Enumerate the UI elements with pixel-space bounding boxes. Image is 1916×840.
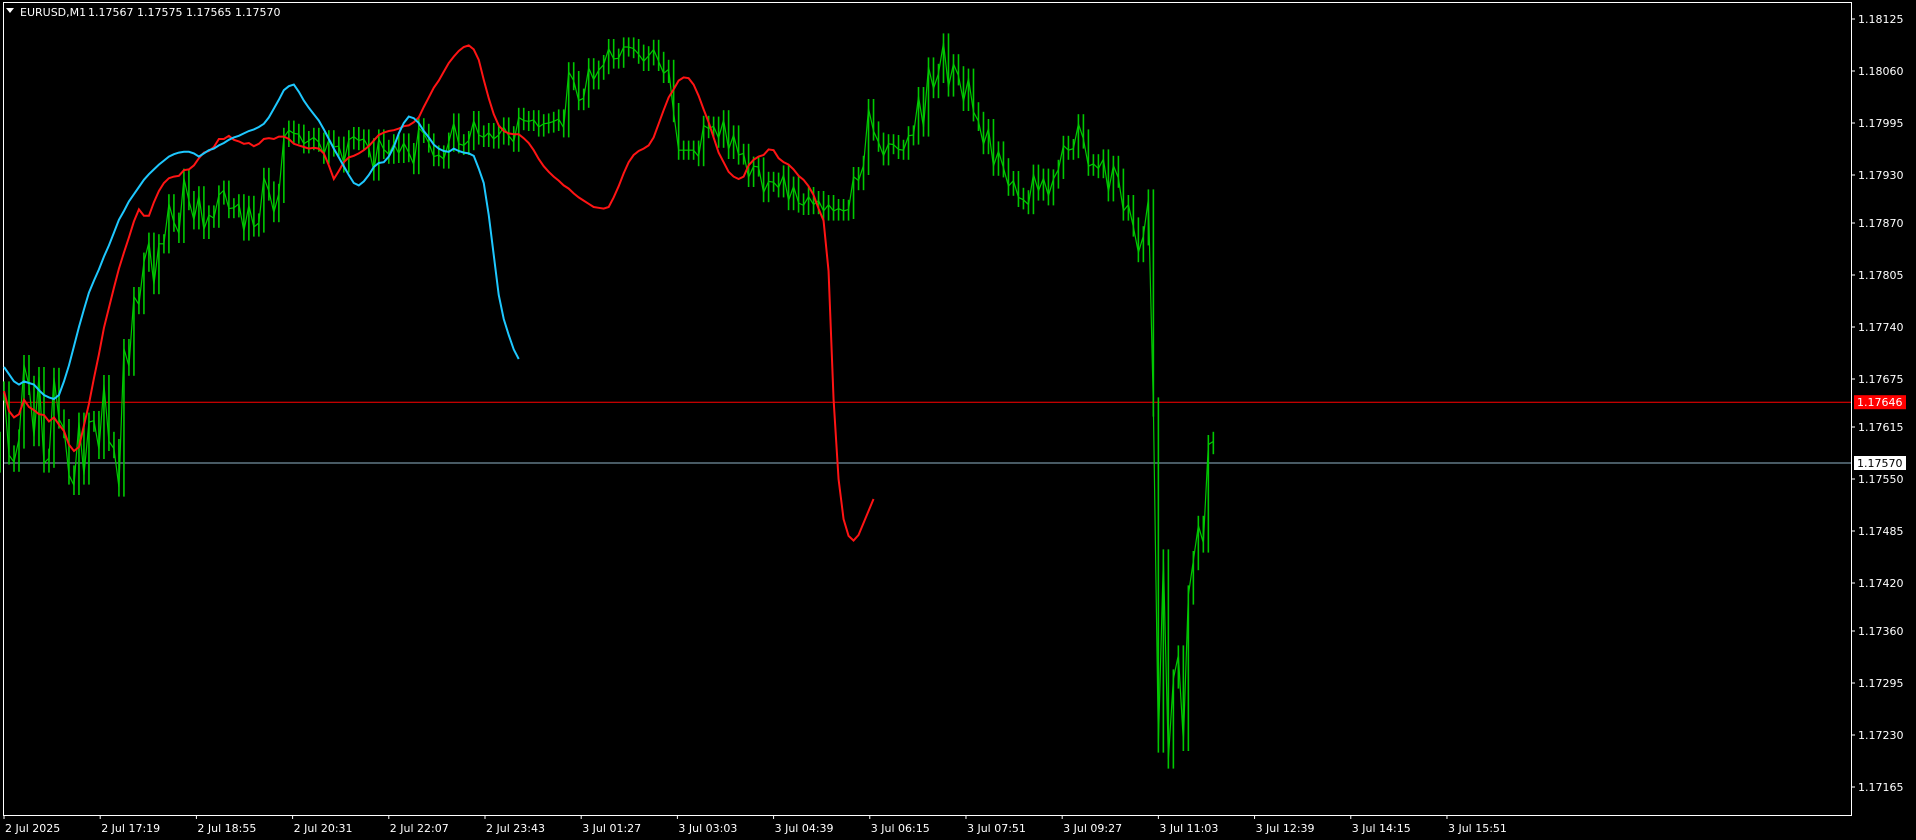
price-chart[interactable]: 1.18125 1.18060 1.17995 1.17930 1.17870 1.178… <box>0 0 1916 840</box>
price-tick-label: 1.17930 <box>1858 169 1904 182</box>
price-tick-label: 1.17295 <box>1858 677 1904 690</box>
price-tick-label: 1.18060 <box>1858 65 1904 78</box>
price-line <box>3 42 1214 760</box>
ma-slow-line <box>3 83 520 401</box>
last-price-label: 1.17570 <box>1857 457 1903 470</box>
price-tick-label: 1.17870 <box>1858 217 1904 230</box>
price-tick-label: 1.17420 <box>1858 577 1904 590</box>
time-tick-label: 3 Jul 12:39 <box>1256 822 1315 835</box>
time-tick-label: 2 Jul 18:55 <box>197 822 256 835</box>
price-tick-label: 1.17805 <box>1858 269 1904 282</box>
time-axis[interactable]: 2 Jul 2025 2 Jul 17:19 2 Jul 18:55 2 Jul 20… <box>3 815 1507 835</box>
ohlc-values: 1.17567 1.17575 1.17565 1.17570 <box>88 6 280 19</box>
price-tick-label: 1.17485 <box>1858 525 1904 538</box>
price-tick-label: 1.17615 <box>1858 421 1904 434</box>
time-tick-label: 3 Jul 01:27 <box>582 822 641 835</box>
price-lines <box>4 401 1851 464</box>
time-tick-label: 3 Jul 07:51 <box>967 822 1026 835</box>
price-tick-label: 1.17675 <box>1858 373 1904 386</box>
time-tick-label: 3 Jul 11:03 <box>1159 822 1218 835</box>
price-tick-label: 1.17360 <box>1858 625 1904 638</box>
time-tick-label: 2 Jul 22:07 <box>390 822 449 835</box>
bid-price-label: 1.17646 <box>1857 396 1903 409</box>
time-tick-label: 3 Jul 09:27 <box>1063 822 1122 835</box>
price-tick-label: 1.17165 <box>1858 781 1904 794</box>
price-tick-label: 1.17740 <box>1858 321 1904 334</box>
price-tick-label: 1.17995 <box>1858 117 1904 130</box>
symbol-label: EURUSD,M1 <box>20 6 86 19</box>
time-tick-label: 2 Jul 17:19 <box>101 822 160 835</box>
time-tick-label: 3 Jul 04:39 <box>775 822 834 835</box>
time-tick-label: 3 Jul 14:15 <box>1352 822 1411 835</box>
time-tick-label: 2 Jul 2025 <box>5 822 60 835</box>
price-bars <box>0 33 1215 769</box>
chart-frame <box>3 2 1852 816</box>
time-tick-label: 3 Jul 03:03 <box>678 822 737 835</box>
price-tick-label: 1.17550 <box>1858 473 1904 486</box>
time-tick-label: 3 Jul 06:15 <box>871 822 930 835</box>
dropdown-triangle-icon[interactable] <box>6 8 14 13</box>
time-tick-label: 2 Jul 20:31 <box>294 822 353 835</box>
time-tick-label: 2 Jul 23:43 <box>486 822 545 835</box>
chart-header: EURUSD,M1 1.17567 1.17575 1.17565 1.1757… <box>6 6 280 19</box>
time-tick-label: 3 Jul 15:51 <box>1448 822 1507 835</box>
price-tick-label: 1.17230 <box>1858 729 1904 742</box>
price-tick-label: 1.18125 <box>1858 13 1904 26</box>
chart-window: 1.18125 1.18060 1.17995 1.17930 1.17870 1.178… <box>0 0 1916 840</box>
